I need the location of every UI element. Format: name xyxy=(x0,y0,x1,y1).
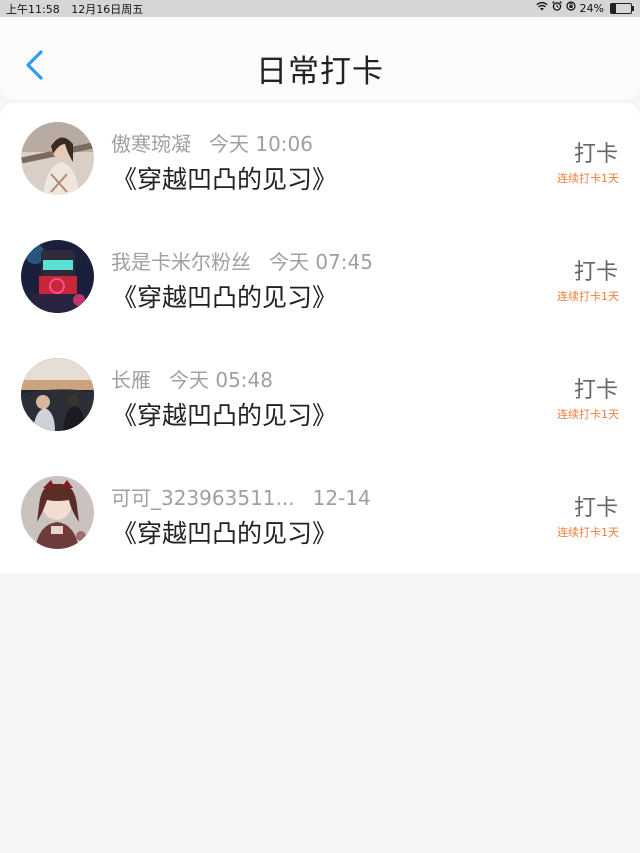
battery-level xyxy=(611,3,616,13)
battery-percent: 24% xyxy=(579,1,604,15)
avatar[interactable] xyxy=(21,358,94,431)
avatar[interactable] xyxy=(21,240,94,313)
checkin-time: 今天 07:45 xyxy=(269,250,373,274)
book-title[interactable]: 《穿越凹凸的见习》 xyxy=(112,514,337,550)
checkin-list: 傲寒琬凝 今天 10:06 《穿越凹凸的见习》 打卡 连续打卡1天 我是卡米尔粉丝… xyxy=(0,103,640,573)
rotation-lock-icon xyxy=(565,1,576,15)
checkin-meta: 我是卡米尔粉丝 今天 07:45 xyxy=(111,246,373,275)
streak-badge: 连续打卡1天 xyxy=(557,290,619,303)
status-date: 12月16日周五 xyxy=(71,3,144,16)
book-title[interactable]: 《穿越凹凸的见习》 xyxy=(112,396,337,432)
status-bar: 上午11:58 12月16日周五 24% xyxy=(0,0,640,17)
checkin-meta: 长雁 今天 05:48 xyxy=(111,364,273,393)
list-item[interactable]: 可可_323963511... 12-14 《穿越凹凸的见习》 打卡 连续打卡1天 xyxy=(0,457,640,573)
page-title: 日常打卡 xyxy=(256,54,384,90)
avatar[interactable] xyxy=(21,476,94,549)
wifi-icon xyxy=(535,1,548,15)
streak-badge: 连续打卡1天 xyxy=(557,526,619,539)
checkin-meta: 可可_323963511... 12-14 xyxy=(111,482,371,511)
checkin-time: 今天 10:06 xyxy=(209,132,313,156)
status-time: 上午11:58 xyxy=(6,3,60,16)
checkin-meta: 傲寒琬凝 今天 10:06 xyxy=(111,128,313,157)
username[interactable]: 可可_323963511... xyxy=(111,486,295,510)
checkin-time: 12-14 xyxy=(312,486,371,510)
username[interactable]: 长雁 xyxy=(111,368,151,392)
book-title[interactable]: 《穿越凹凸的见习》 xyxy=(112,160,337,196)
alarm-icon xyxy=(551,1,562,15)
book-title[interactable]: 《穿越凹凸的见习》 xyxy=(112,278,337,314)
username[interactable]: 我是卡米尔粉丝 xyxy=(111,250,251,274)
list-item[interactable]: 我是卡米尔粉丝 今天 07:45 《穿越凹凸的见习》 打卡 连续打卡1天 xyxy=(0,221,640,339)
list-item[interactable]: 长雁 今天 05:48 《穿越凹凸的见习》 打卡 连续打卡1天 xyxy=(0,339,640,457)
checkin-button[interactable]: 打卡 xyxy=(574,254,618,286)
battery-icon xyxy=(610,2,634,14)
avatar[interactable] xyxy=(21,122,94,195)
checkin-button[interactable]: 打卡 xyxy=(574,136,618,168)
streak-badge: 连续打卡1天 xyxy=(557,408,619,421)
list-item[interactable]: 傲寒琬凝 今天 10:06 《穿越凹凸的见习》 打卡 连续打卡1天 xyxy=(0,103,640,221)
nav-bar: 日常打卡 xyxy=(0,17,640,100)
streak-badge: 连续打卡1天 xyxy=(557,172,619,185)
checkin-time: 今天 05:48 xyxy=(169,368,273,392)
checkin-button[interactable]: 打卡 xyxy=(574,372,618,404)
checkin-button[interactable]: 打卡 xyxy=(574,490,618,522)
username[interactable]: 傲寒琬凝 xyxy=(111,132,191,156)
